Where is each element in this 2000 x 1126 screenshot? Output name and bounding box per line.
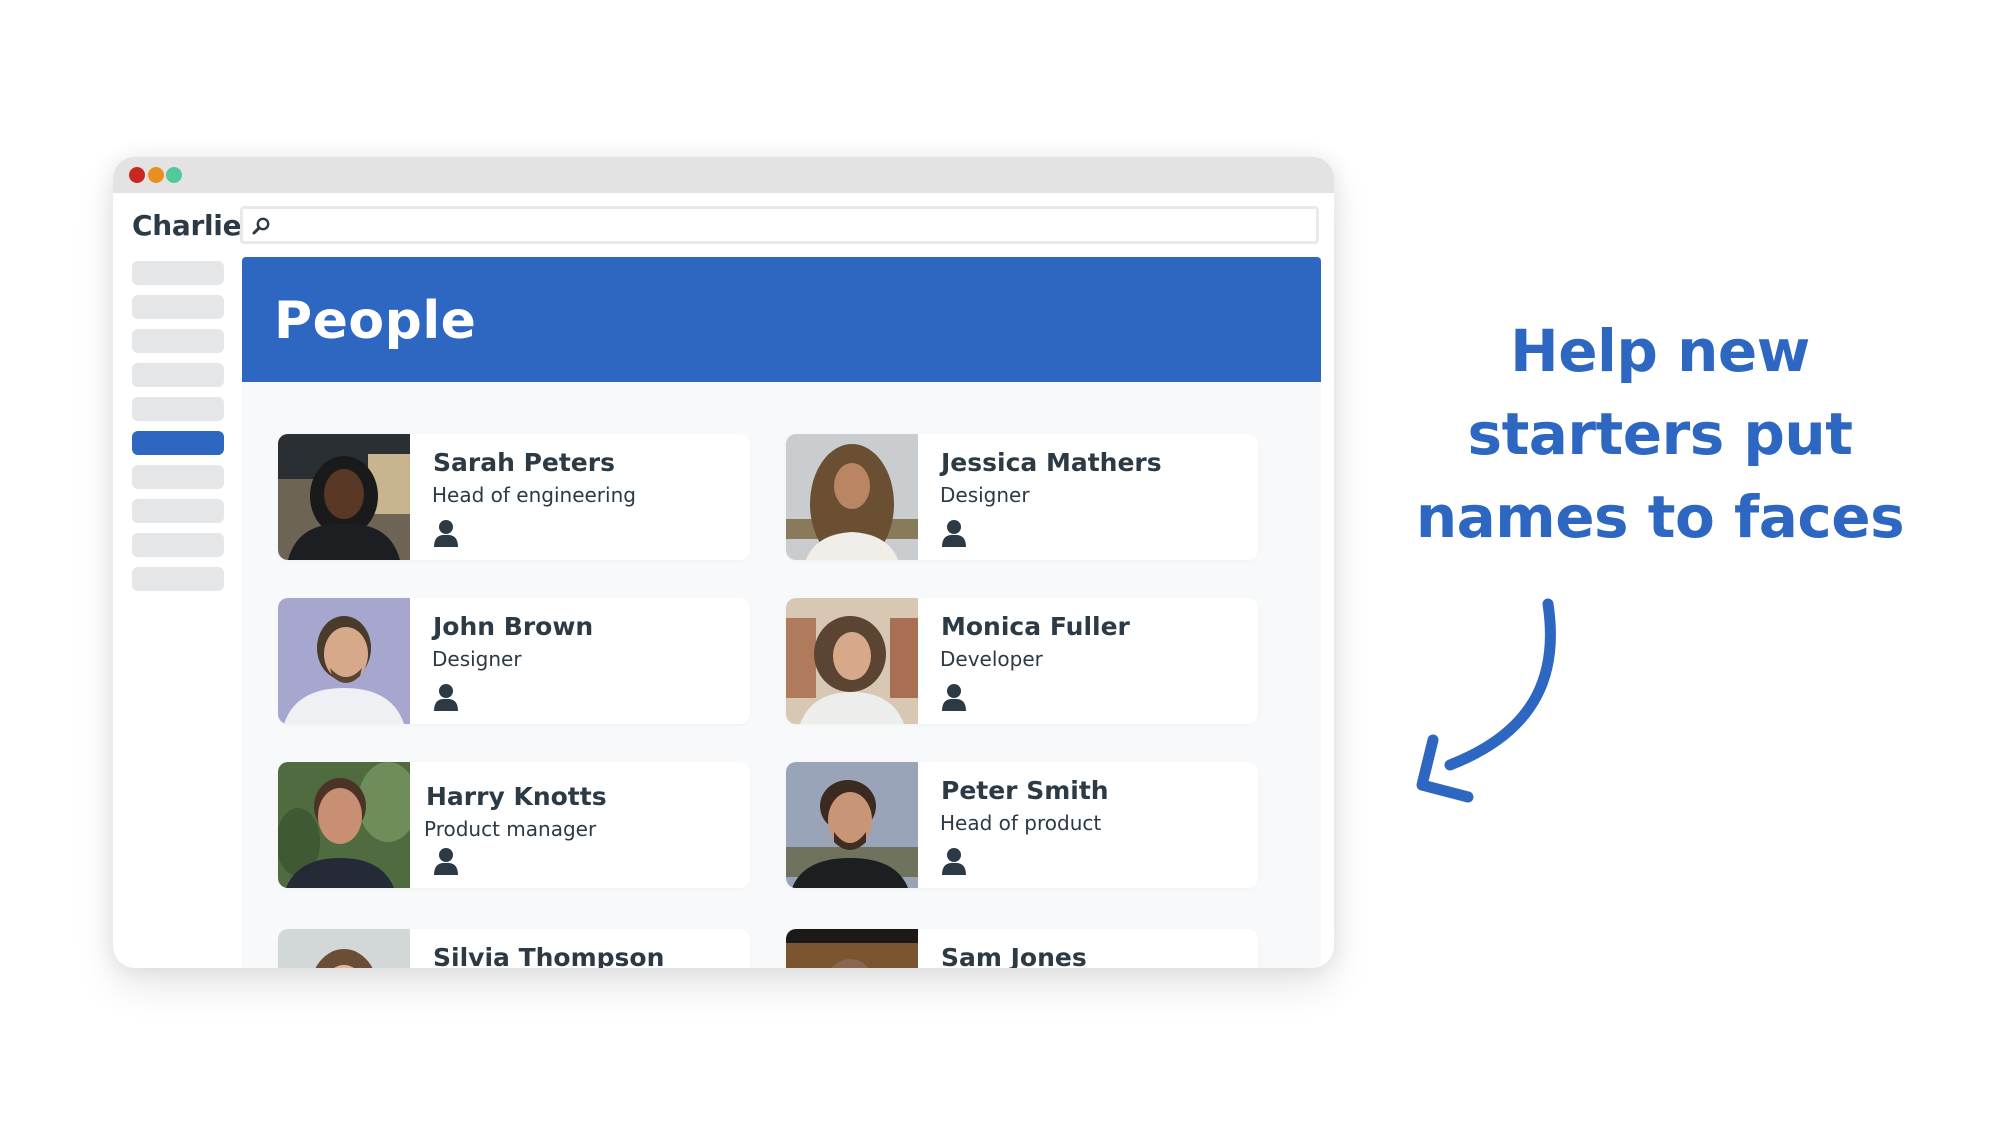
person-photo [278,434,410,560]
person-card[interactable]: John Brown Designer [278,598,750,724]
sidebar-item-10[interactable] [132,567,224,591]
person-photo [278,598,410,724]
person-photo [278,762,410,888]
person-name[interactable]: Sarah Peters [433,448,615,477]
sidebar-item-5[interactable] [132,397,224,421]
person-card[interactable]: Sam Jones [786,929,1258,968]
page-header: People [242,257,1321,382]
minimize-window-button[interactable] [148,167,164,183]
curved-arrow-icon [1416,598,1556,803]
person-role: Developer [940,647,1043,671]
person-photo [786,929,918,968]
tagline-line: starters put [1467,400,1853,468]
sidebar-item-8[interactable] [132,499,224,523]
person-icon[interactable] [941,519,967,547]
marketing-tagline: Help new starters put names to faces [1400,310,1920,559]
sidebar-item-9[interactable] [132,533,224,557]
person-role: Designer [432,647,522,671]
sidebar-item-1[interactable] [132,261,224,285]
person-name[interactable]: Sam Jones [941,943,1087,968]
person-icon[interactable] [941,847,967,875]
app-window: Charlie People Sarah Peters Head of engi… [113,157,1334,968]
search-field[interactable] [279,209,1313,243]
person-role: Head of engineering [432,483,636,507]
person-name[interactable]: Silvia Thompson [433,943,664,968]
tagline-line: names to faces [1415,483,1905,551]
person-icon[interactable] [433,847,459,875]
sidebar-item-4[interactable] [132,363,224,387]
person-card[interactable]: Sarah Peters Head of engineering [278,434,750,560]
person-photo [786,762,918,888]
person-icon[interactable] [941,683,967,711]
person-icon[interactable] [433,519,459,547]
close-window-button[interactable] [129,167,145,183]
person-name[interactable]: Jessica Mathers [941,448,1162,477]
person-role: Product manager [424,817,597,841]
person-name[interactable]: Peter Smith [941,776,1109,805]
maximize-window-button[interactable] [166,167,182,183]
title-bar [113,157,1334,193]
sidebar-item-7[interactable] [132,465,224,489]
person-role: Head of product [940,811,1102,835]
person-name[interactable]: John Brown [433,612,593,641]
sidebar-item-2[interactable] [132,295,224,319]
search-icon [252,217,270,235]
person-card[interactable]: Peter Smith Head of product [786,762,1258,888]
search-input[interactable] [240,206,1319,244]
person-name[interactable]: Harry Knotts [426,782,607,811]
sidebar-item-people-active[interactable] [132,431,224,455]
person-card[interactable]: Silvia Thompson [278,929,750,968]
person-photo [786,598,918,724]
sidebar-item-3[interactable] [132,329,224,353]
person-card[interactable]: Monica Fuller Developer [786,598,1258,724]
app-logo: Charlie [132,209,242,242]
main-content: People Sarah Peters Head of engineering … [242,257,1321,968]
person-photo [786,434,918,560]
person-card[interactable]: Harry Knotts Product manager [278,762,750,888]
person-photo [278,929,410,968]
person-icon[interactable] [433,683,459,711]
page-title: People [274,291,477,351]
tagline-line: Help new [1510,317,1810,385]
person-card[interactable]: Jessica Mathers Designer [786,434,1258,560]
person-role: Designer [940,483,1030,507]
person-name[interactable]: Monica Fuller [941,612,1130,641]
